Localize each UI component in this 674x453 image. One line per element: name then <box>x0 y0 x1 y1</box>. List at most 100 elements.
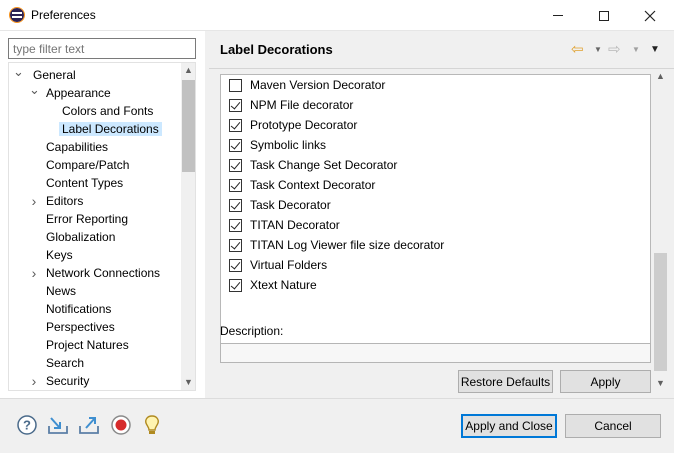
decorator-checkbox[interactable] <box>229 218 242 232</box>
tree-item-label: Globalization <box>46 230 116 244</box>
title-bar: Preferences <box>0 0 674 31</box>
scroll-up-icon[interactable]: ▲ <box>653 69 668 84</box>
decorator-checkbox[interactable] <box>229 138 242 152</box>
decorator-checkbox[interactable] <box>229 98 242 112</box>
apply-and-close-button[interactable]: Apply and Close <box>461 414 557 438</box>
forward-arrow-icon[interactable]: ⇨ <box>608 40 621 58</box>
tree-vertical-scrollbar[interactable]: ▲ ▼ <box>181 63 195 390</box>
decorator-label[interactable]: TITAN Log Viewer file size decorator <box>250 238 444 252</box>
decorator-checkbox[interactable] <box>229 198 242 212</box>
decorator-checkbox[interactable] <box>229 238 242 252</box>
decorator-item: Task Change Set Decorator <box>229 155 397 175</box>
tree-item-label: Keys <box>46 248 73 262</box>
tree-item-label: News <box>46 284 77 298</box>
decorator-checkbox[interactable] <box>229 178 242 192</box>
tree-item-label: Content Types <box>46 176 124 190</box>
back-dropdown-icon[interactable]: ▼ <box>594 40 602 58</box>
decorator-item: Xtext Nature <box>229 275 317 295</box>
back-arrow-icon[interactable]: ⇦ <box>571 40 584 58</box>
tree-item-label: Project Natures <box>46 338 129 352</box>
chevron-right-icon[interactable]: › <box>29 372 39 390</box>
import-icon[interactable] <box>47 414 69 436</box>
tree-item[interactable]: › Editors <box>32 192 84 210</box>
decorator-label[interactable]: Task Change Set Decorator <box>250 158 397 172</box>
decorator-item: TITAN Log Viewer file size decorator <box>229 235 444 255</box>
preference-tree: ⌄ General ⌄ Appearance Colors and Fonts Label… <box>8 62 196 391</box>
tree-item[interactable]: Compare/Patch <box>46 156 129 174</box>
scroll-up-icon[interactable]: ▲ <box>181 63 195 78</box>
decorator-checkbox[interactable] <box>229 118 242 132</box>
tree-item[interactable]: News <box>46 282 76 300</box>
decorator-label[interactable]: Task Context Decorator <box>250 178 375 192</box>
tree-item[interactable]: Capabilities <box>46 138 108 156</box>
decorator-label[interactable]: NPM File decorator <box>250 98 353 112</box>
tree-item[interactable]: ⌄ Appearance <box>29 83 111 102</box>
decorator-label[interactable]: Virtual Folders <box>250 258 327 272</box>
tree-item[interactable]: Perspectives <box>46 318 115 336</box>
tip-bulb-icon[interactable] <box>141 414 163 436</box>
page-title: Label Decorations <box>220 42 333 57</box>
window-title: Preferences <box>31 8 96 22</box>
restore-defaults-button[interactable]: Restore Defaults <box>458 370 553 393</box>
decorator-label[interactable]: Xtext Nature <box>250 278 317 292</box>
tree-item-label: Colors and Fonts <box>62 104 154 118</box>
eclipse-icon <box>9 7 25 23</box>
tree-item-label: Search <box>46 356 85 370</box>
tree-item[interactable]: Error Reporting <box>46 210 128 228</box>
tree-item[interactable]: Project Natures <box>46 336 129 354</box>
tree-item-label: Compare/Patch <box>46 158 130 172</box>
decorator-item: Task Context Decorator <box>229 175 375 195</box>
chevron-down-icon[interactable]: ⌄ <box>29 83 40 102</box>
close-icon[interactable] <box>627 0 673 31</box>
record-icon[interactable] <box>110 414 132 436</box>
chevron-right-icon[interactable]: › <box>29 264 39 282</box>
decorator-item: Symbolic links <box>229 135 326 155</box>
decorator-label[interactable]: Prototype Decorator <box>250 118 357 132</box>
chevron-down-icon[interactable]: ⌄ <box>13 65 24 84</box>
decorator-checkbox[interactable] <box>229 278 242 292</box>
tree-item-label: Label Decorations <box>59 122 162 136</box>
tree-item[interactable]: Colors and Fonts <box>62 102 153 120</box>
view-menu-icon[interactable]: ▼ <box>650 40 660 58</box>
filter-input[interactable] <box>8 38 196 59</box>
tree-item[interactable]: › Security <box>32 372 90 390</box>
help-icon[interactable]: ? <box>16 414 38 436</box>
tree-item[interactable]: Search <box>46 354 84 372</box>
tree-item-label: Network Connections <box>46 266 161 280</box>
decorator-label[interactable]: TITAN Decorator <box>250 218 340 232</box>
decorator-item: Task Decorator <box>229 195 331 215</box>
minimize-icon[interactable] <box>535 0 581 31</box>
tree-item-label: Editors <box>46 194 84 208</box>
scroll-down-icon[interactable]: ▼ <box>653 376 668 391</box>
decorator-item: TITAN Decorator <box>229 215 340 235</box>
dialog-footer: ? Apply and Close Cancel <box>0 399 674 453</box>
tree-item-label: General <box>33 68 76 82</box>
tree-item[interactable]: Label Decorations <box>59 120 162 138</box>
tree-item[interactable]: Keys <box>46 246 73 264</box>
scroll-down-icon[interactable]: ▼ <box>181 375 195 390</box>
decorator-checkbox[interactable] <box>229 78 242 92</box>
description-label: Description: <box>220 324 284 338</box>
tree-item[interactable]: Notifications <box>46 300 111 318</box>
tree-item-label: Capabilities <box>46 140 109 154</box>
chevron-right-icon[interactable]: › <box>29 192 39 210</box>
scroll-thumb[interactable] <box>654 253 667 371</box>
apply-button[interactable]: Apply <box>560 370 651 393</box>
tree-item[interactable]: Globalization <box>46 228 115 246</box>
decorator-label[interactable]: Maven Version Decorator <box>250 78 385 92</box>
decorator-item: Prototype Decorator <box>229 115 357 135</box>
page-vertical-scrollbar[interactable]: ▲ ▼ <box>652 69 669 393</box>
scroll-thumb[interactable] <box>182 80 195 172</box>
preference-page: Label Decorations ⇦ ▼ ⇨ ▼ ▼ Maven Versio… <box>209 31 674 398</box>
decorator-checkbox[interactable] <box>229 258 242 272</box>
decorator-label[interactable]: Symbolic links <box>250 138 326 152</box>
tree-item[interactable]: › Network Connections <box>32 264 161 282</box>
cancel-button[interactable]: Cancel <box>565 414 661 438</box>
decorator-checkbox[interactable] <box>229 158 242 172</box>
export-icon[interactable] <box>78 414 100 436</box>
tree-item[interactable]: Content Types <box>46 174 123 192</box>
maximize-icon[interactable] <box>581 0 627 31</box>
decorator-label[interactable]: Task Decorator <box>250 198 331 212</box>
divider <box>209 68 674 69</box>
forward-dropdown-icon[interactable]: ▼ <box>632 40 640 58</box>
